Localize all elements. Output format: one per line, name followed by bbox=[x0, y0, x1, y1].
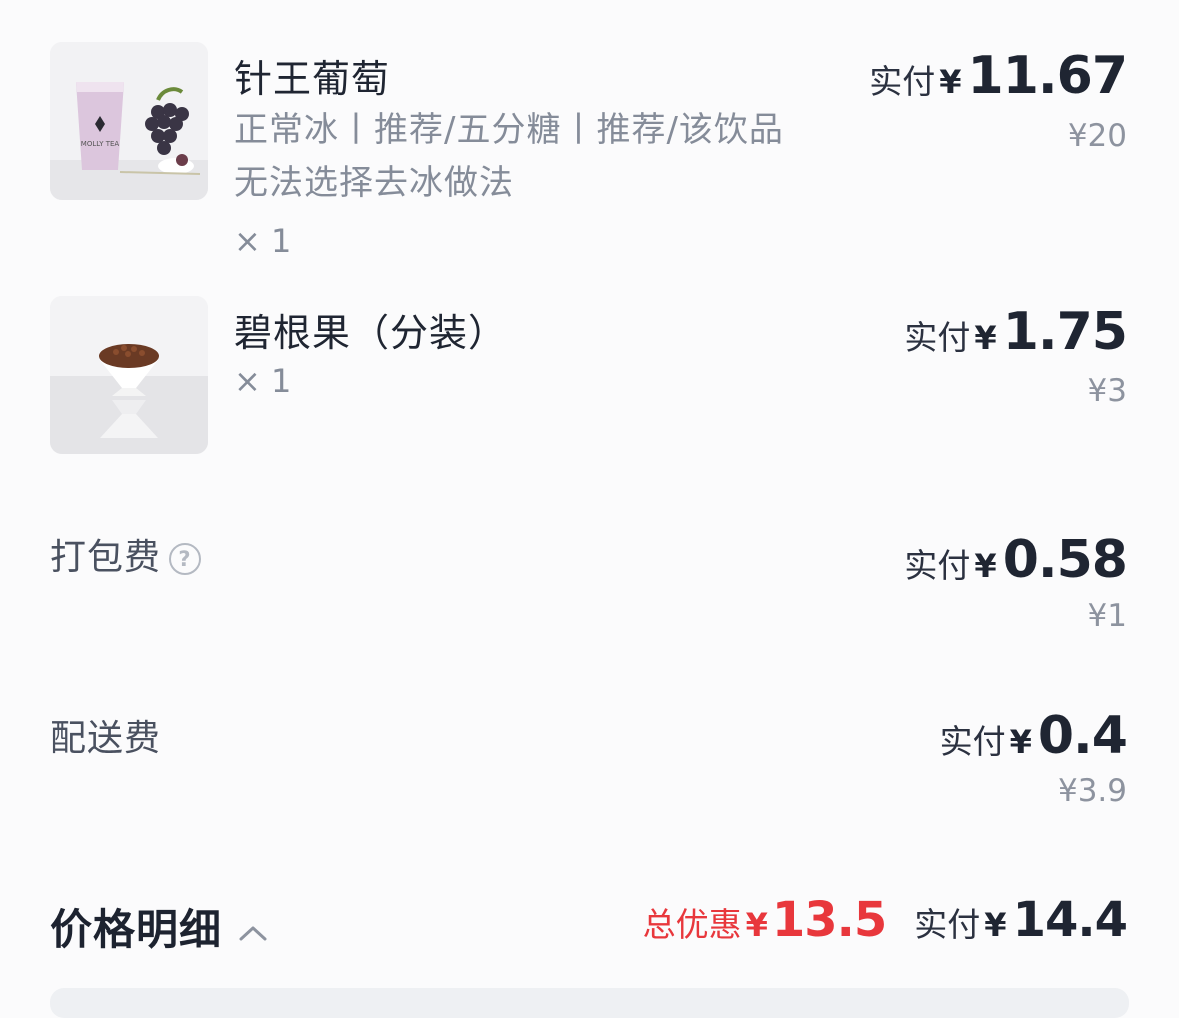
paid-amount: 11.67 bbox=[967, 46, 1128, 106]
help-circle-icon[interactable]: ? bbox=[169, 543, 202, 575]
currency-symbol: ¥ bbox=[1009, 723, 1032, 761]
item-paid-price: 实付 ¥11.67 bbox=[869, 46, 1128, 106]
packaging-fee-row: 打包费? bbox=[50, 528, 202, 580]
item-quantity: × 1 bbox=[234, 362, 292, 400]
item-spec-line2: 无法选择去冰做法 bbox=[234, 163, 514, 203]
paid-label: 实付 bbox=[939, 722, 1006, 761]
item-quantity: × 1 bbox=[234, 222, 292, 260]
item-spec-line1: 正常冰丨推荐/五分糖丨推荐/该饮品 bbox=[234, 110, 784, 150]
details-panel-edge bbox=[50, 988, 1129, 1018]
total-paid-amount: 14.4 bbox=[1012, 892, 1128, 948]
item-original-price: ¥20 bbox=[1067, 118, 1127, 154]
packaging-fee-original-price: ¥1 bbox=[1087, 598, 1127, 634]
product-image-grape-tea[interactable]: MOLLY TEA bbox=[50, 42, 208, 200]
summary-totals: 总优惠 ¥13.5 实付 ¥14.4 bbox=[642, 892, 1128, 948]
packaging-fee-paid-price: 实付 ¥0.58 bbox=[904, 530, 1128, 590]
currency-symbol: ¥ bbox=[974, 319, 997, 357]
paid-amount: 0.58 bbox=[1002, 530, 1128, 590]
item-name: 碧根果（分装） bbox=[234, 311, 508, 355]
total-discount-label: 总优惠 bbox=[642, 905, 742, 944]
paid-label: 实付 bbox=[904, 318, 971, 357]
pecan-cup-image bbox=[50, 296, 208, 454]
paid-label: 实付 bbox=[904, 546, 971, 585]
delivery-fee-original-price: ¥3.9 bbox=[1057, 773, 1127, 809]
grape-tea-cup-image: MOLLY TEA bbox=[50, 42, 208, 200]
delivery-fee-label: 配送费 bbox=[50, 718, 162, 759]
currency-symbol: ¥ bbox=[974, 547, 997, 585]
packaging-fee-label: 打包费 bbox=[50, 537, 162, 578]
total-paid-label: 实付 bbox=[914, 905, 981, 944]
price-details-title: 价格明细 bbox=[50, 905, 223, 954]
paid-amount: 1.75 bbox=[1002, 302, 1128, 362]
item-name: 针王葡萄 bbox=[234, 57, 391, 101]
currency-symbol: ¥ bbox=[939, 63, 962, 101]
paid-amount: 0.4 bbox=[1037, 706, 1128, 766]
chevron-up-icon bbox=[239, 926, 267, 940]
delivery-fee-paid-price: 实付 ¥0.4 bbox=[939, 706, 1128, 766]
item-original-price: ¥3 bbox=[1087, 373, 1127, 409]
product-image-pecan[interactable] bbox=[50, 296, 208, 454]
paid-label: 实付 bbox=[869, 62, 936, 101]
item-paid-price: 实付 ¥1.75 bbox=[904, 302, 1128, 362]
svg-text:MOLLY TEA: MOLLY TEA bbox=[81, 140, 120, 148]
discount-currency-symbol: ¥ bbox=[745, 906, 768, 944]
total-discount-amount: 13.5 bbox=[771, 892, 887, 948]
currency-symbol: ¥ bbox=[984, 906, 1007, 944]
price-details-toggle[interactable]: 价格明细 bbox=[50, 896, 268, 957]
